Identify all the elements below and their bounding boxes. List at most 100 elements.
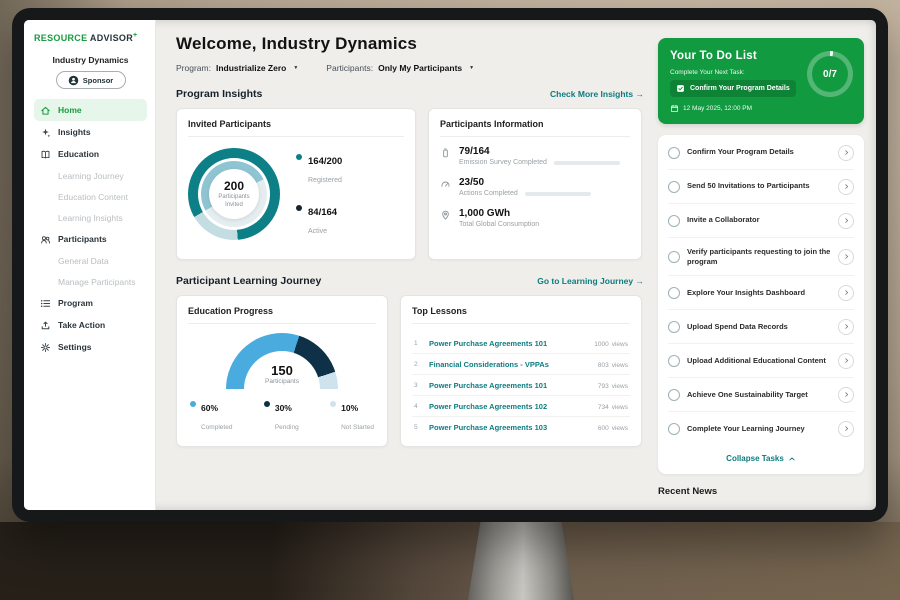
learning-cards-row: Education Progress 150 Participants 60% … <box>176 295 644 447</box>
chevron-down-icon[interactable]: ▼ <box>293 65 298 71</box>
task-row[interactable]: Verify participants requesting to join t… <box>668 238 854 276</box>
sidebar-item-insights[interactable]: Insights <box>34 121 147 143</box>
person-icon <box>68 75 79 86</box>
monitor-bezel: RESOURCE ADVISOR+ Industry Dynamics Spon… <box>12 8 888 522</box>
consumption-row: 1,000 GWh Total Global Consumption <box>440 208 630 228</box>
calendar-icon <box>670 104 679 113</box>
sparkle-icon <box>40 127 51 138</box>
task-row[interactable]: Upload Spend Data Records <box>668 310 854 344</box>
legend-pending: 30% Pending <box>264 398 299 434</box>
sidebar-item-participants[interactable]: Participants <box>34 228 147 250</box>
todo-progress-count: 0/7 <box>812 56 848 92</box>
task-checkbox[interactable] <box>668 321 680 333</box>
task-checkbox[interactable] <box>668 355 680 367</box>
emission-survey-row: 79/164 Emission Survey Completed <box>440 146 630 166</box>
lesson-row: 2 Financial Considerations - VPPAs 803vi… <box>412 354 630 375</box>
legend-registered: 164/200 Registered <box>296 151 342 187</box>
program-insights-title: Program Insights <box>176 88 262 100</box>
task-row[interactable]: Send 50 Invitations to Participants <box>668 170 854 204</box>
program-filter-label: Program: <box>176 63 211 73</box>
sidebar-item-learning-insights[interactable]: Learning Insights <box>34 207 147 228</box>
lesson-row: 5 Power Purchase Agreements 103 600views <box>412 417 630 437</box>
lesson-link[interactable]: Power Purchase Agreements 101 <box>429 381 587 390</box>
chevron-right-icon[interactable] <box>838 353 854 369</box>
sidebar-item-manage-participants[interactable]: Manage Participants <box>34 271 147 292</box>
learning-journey-title: Participant Learning Journey <box>176 275 321 287</box>
task-row[interactable]: Explore Your Insights Dashboard <box>668 276 854 310</box>
todo-panel: Your To Do List Complete Your Next Task:… <box>658 20 876 510</box>
participants-filter-label: Participants: <box>326 63 373 73</box>
task-row[interactable]: Achieve One Sustainability Target <box>668 378 854 412</box>
top-lessons-card: Top Lessons 1 Power Purchase Agreements … <box>400 295 642 447</box>
task-checkbox[interactable] <box>668 251 680 263</box>
chevron-up-icon <box>788 455 796 463</box>
sidebar-item-education[interactable]: Education <box>34 143 147 165</box>
invited-legend: 164/200 Registered 84/164 Active <box>296 151 342 238</box>
next-task-chip[interactable]: Confirm Your Program Details <box>670 80 796 97</box>
emission-progress-bar <box>554 161 620 165</box>
arrow-right-icon: → <box>636 276 645 286</box>
org-name: Industry Dynamics <box>34 55 147 65</box>
task-checkbox[interactable] <box>668 287 680 299</box>
task-checkbox[interactable] <box>668 181 680 193</box>
recent-news-title: Recent News <box>658 486 864 497</box>
active-dot <box>296 205 302 211</box>
lesson-link[interactable]: Power Purchase Agreements 102 <box>429 402 587 411</box>
task-row[interactable]: Invite a Collaborator <box>668 204 854 238</box>
chevron-right-icon[interactable] <box>838 179 854 195</box>
chevron-right-icon[interactable] <box>838 285 854 301</box>
task-row[interactable]: Complete Your Learning Journey <box>668 412 854 445</box>
program-filter-value[interactable]: Industrialize Zero <box>216 63 286 73</box>
chevron-right-icon[interactable] <box>838 249 854 265</box>
sidebar-item-learning-journey[interactable]: Learning Journey <box>34 165 147 186</box>
lesson-link[interactable]: Power Purchase Agreements 103 <box>429 423 587 432</box>
insights-cards-row: Invited Participants 200 Participants In… <box>176 108 644 260</box>
task-checkbox[interactable] <box>668 147 680 159</box>
home-icon <box>40 105 51 116</box>
desk-floor <box>0 522 900 600</box>
actions-progress-bar <box>525 192 591 196</box>
task-checkbox[interactable] <box>668 423 680 435</box>
sidebar-item-program[interactable]: Program <box>34 292 147 314</box>
task-row[interactable]: Confirm Your Program Details <box>668 136 854 170</box>
chevron-right-icon[interactable] <box>838 387 854 403</box>
collapse-tasks-link[interactable]: Collapse Tasks <box>668 445 854 473</box>
task-checkbox[interactable] <box>668 215 680 227</box>
battery-icon <box>440 147 451 159</box>
upload-icon <box>40 320 51 331</box>
learning-journey-section-header: Participant Learning Journey Go to Learn… <box>176 275 644 287</box>
chevron-right-icon[interactable] <box>838 421 854 437</box>
pending-dot <box>264 401 270 407</box>
chevron-down-icon[interactable]: ▼ <box>469 65 474 71</box>
lesson-link[interactable]: Financial Considerations - VPPAs <box>429 360 587 369</box>
completed-dot <box>190 401 196 407</box>
lesson-link[interactable]: Power Purchase Agreements 101 <box>429 339 583 348</box>
task-row[interactable]: Upload Additional Educational Content <box>668 344 854 378</box>
dashboard-screen: RESOURCE ADVISOR+ Industry Dynamics Spon… <box>24 20 876 510</box>
chevron-right-icon[interactable] <box>838 319 854 335</box>
sidebar: RESOURCE ADVISOR+ Industry Dynamics Spon… <box>24 20 156 510</box>
registered-dot <box>296 154 302 160</box>
sidebar-item-settings[interactable]: Settings <box>34 336 147 358</box>
check-more-insights-link[interactable]: Check More Insights → <box>550 89 644 99</box>
users-icon <box>40 234 51 245</box>
go-to-learning-journey-link[interactable]: Go to Learning Journey → <box>537 276 644 286</box>
sidebar-item-general-data[interactable]: General Data <box>34 250 147 271</box>
education-legend: 60% Completed 30% Pending 10% Not Starte… <box>188 398 376 434</box>
logo-resource: RESOURCE <box>34 33 87 43</box>
chevron-right-icon[interactable] <box>838 213 854 229</box>
education-progress-card: Education Progress 150 Participants 60% … <box>176 295 388 447</box>
next-task-due: 12 May 2025, 12:00 PM <box>670 104 852 113</box>
sidebar-item-home[interactable]: Home <box>34 99 147 121</box>
sidebar-nav: Home Insights Education Learning Journey… <box>34 99 147 358</box>
participants-filter: Participants: Only My Participants ▼ <box>326 63 474 73</box>
logo-plus: + <box>133 32 137 39</box>
chevron-right-icon[interactable] <box>838 145 854 161</box>
not-started-dot <box>330 401 336 407</box>
sidebar-item-take-action[interactable]: Take Action <box>34 314 147 336</box>
sidebar-item-education-content[interactable]: Education Content <box>34 186 147 207</box>
participants-filter-value[interactable]: Only My Participants <box>378 63 462 73</box>
task-checkbox[interactable] <box>668 389 680 401</box>
legend-active: 84/164 Active <box>296 202 342 238</box>
legend-not-started: 10% Not Started <box>330 398 374 434</box>
